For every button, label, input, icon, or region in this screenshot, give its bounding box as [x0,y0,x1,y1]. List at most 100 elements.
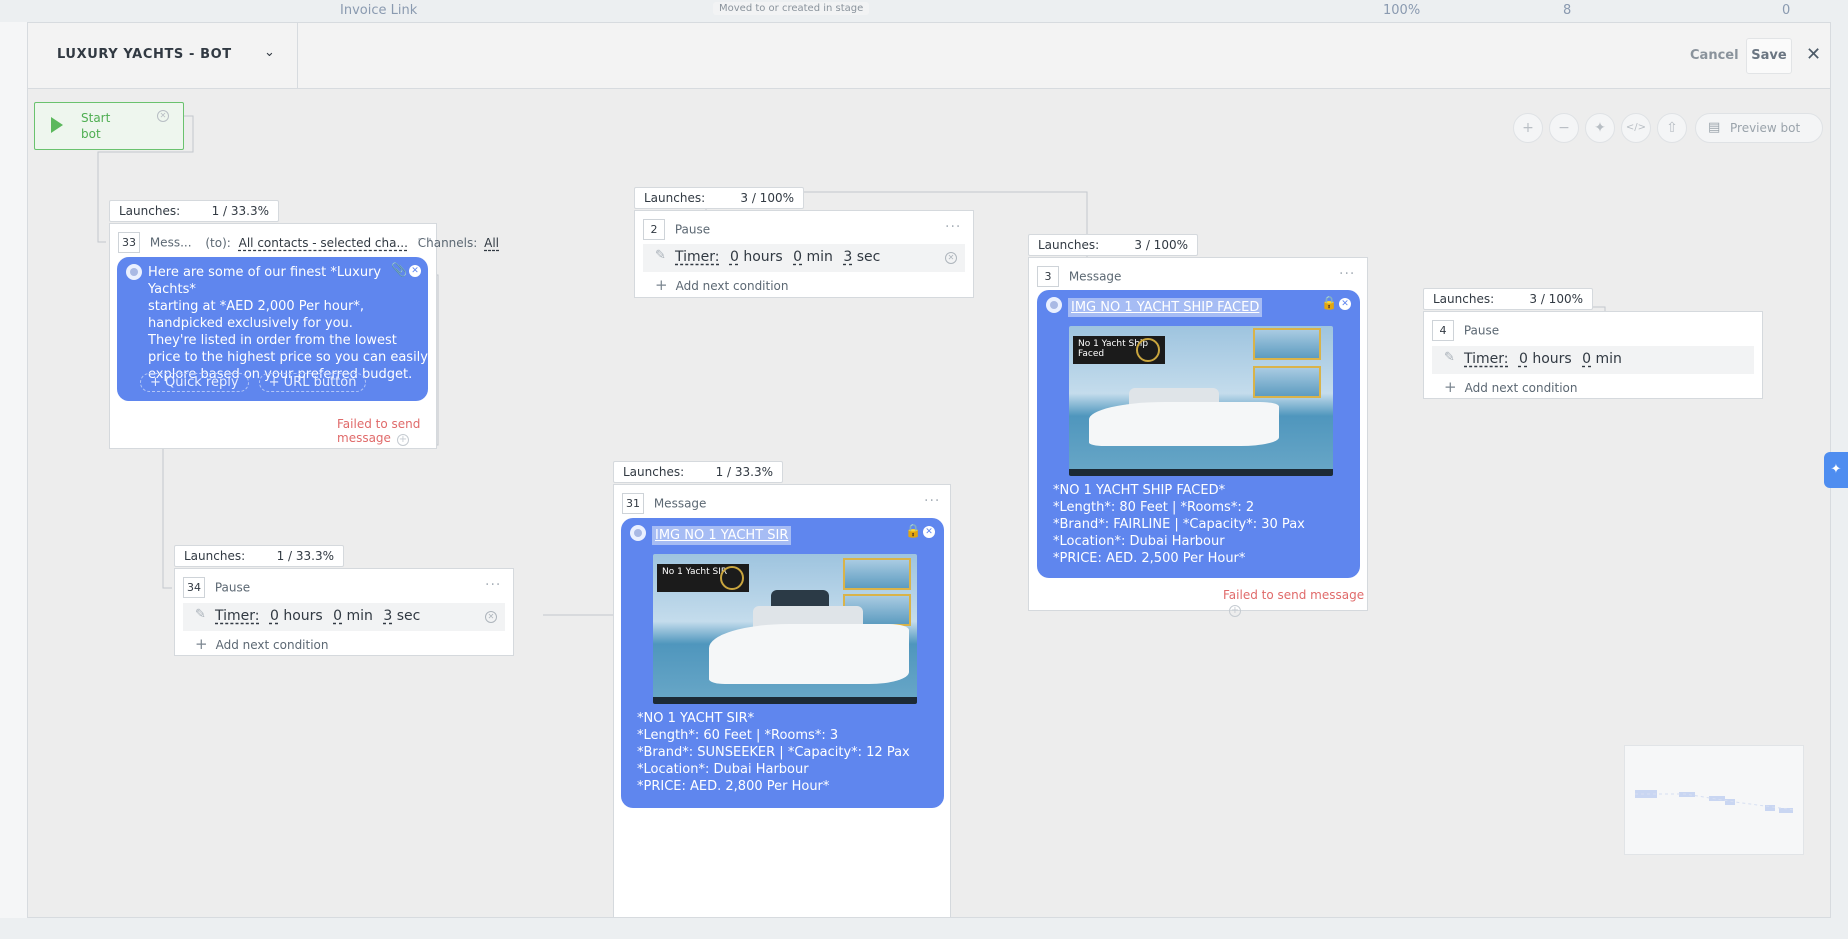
close-icon[interactable]: ✕ [945,252,957,264]
recipient-label: (to): [205,235,231,250]
yacht-thumbnail [1253,366,1321,398]
add-next-condition[interactable]: + Add next condition [655,276,789,294]
add-next-condition[interactable]: + Add next condition [1444,378,1578,396]
step-header: 3 Message [1037,266,1121,288]
bot-title-dropdown[interactable]: LUXURY YACHTS - BOT ⌄ [28,23,298,89]
timer-row[interactable]: ✎ Timer: 0 hours 0 min 3 sec ✕ [643,244,965,272]
start-bot-node[interactable]: Start bot ✕ [34,102,184,150]
timer-seconds[interactable]: 3 [383,608,392,624]
step-number: 34 [183,577,205,598]
launches-value: 3 / 100% [740,191,794,205]
step-header: 33 Mess... (to): All contacts - selected… [118,232,499,254]
send-status: Failed to send message+ [337,417,436,446]
start-bot-label: Start bot [81,110,121,142]
add-icon[interactable]: + [396,434,409,446]
send-status: Failed to send message + [1223,588,1367,617]
magic-wand-icon[interactable]: ✦ [1585,113,1615,143]
image-title-link[interactable]: IMG NO 1 YACHT SIR [652,526,792,545]
preview-bot-label: Preview bot [1730,121,1801,135]
yacht-thumbnail [843,558,911,590]
close-icon[interactable]: ✕ [485,611,497,623]
step-number: 2 [643,219,665,240]
message-description[interactable]: *NO 1 YACHT SHIP FACED* *Length*: 80 Fee… [1053,482,1305,567]
timer-minutes[interactable]: 0 [333,608,342,624]
add-next-condition[interactable]: + Add next condition [195,635,329,653]
min-label: min [1595,351,1622,367]
lock-icon[interactable]: 🔒 [905,524,921,539]
timer-row[interactable]: ✎ Timer: 0 hours 0 min [1432,346,1754,374]
step-type: Message [653,496,707,511]
robot-icon: ▤ [1708,120,1721,135]
send-status-text: Failed to send message [1223,588,1365,602]
image-title-link[interactable]: IMG NO 1 YACHT SHIP FACED [1068,298,1263,317]
yacht-image[interactable]: No 1 Yacht Ship Faced [1069,326,1333,476]
close-icon[interactable]: ✕ [923,526,935,538]
close-icon[interactable]: ✕ [1806,44,1821,65]
message-step-31[interactable]: 31 Message ··· 🔒 ✕ IMG NO 1 YACHT SIR No… [613,484,951,917]
more-options-icon[interactable]: ··· [485,577,501,593]
step-number: 33 [118,232,140,253]
zoom-in-button[interactable]: + [1513,113,1543,143]
launches-label: Launches: [644,191,706,205]
background-row-title: Invoice Link [340,3,418,18]
recipient-selector[interactable]: All contacts - selected cha... [239,236,408,250]
message-bubble[interactable]: 🔒 ✕ IMG NO 1 YACHT SHIP FACED No 1 Yacht… [1037,290,1360,578]
export-icon[interactable]: ⇧ [1657,113,1687,143]
timer-label: Timer: [215,608,260,624]
bot-avatar-icon [630,525,646,541]
step-type: Mess... [149,235,192,250]
channels-selector[interactable]: All [484,236,499,250]
launches-label: Launches: [184,549,246,563]
message-bubble[interactable]: 🔒 ✕ IMG NO 1 YACHT SIR No 1 Yacht SIR *N… [621,518,944,808]
flow-minimap[interactable] [1624,745,1804,855]
yacht-image[interactable]: No 1 Yacht SIR [653,554,917,704]
timer-minutes[interactable]: 0 [793,249,802,265]
message-step-3[interactable]: 3 Message ··· 🔒 ✕ IMG NO 1 YACHT SHIP FA… [1028,257,1368,617]
message-description[interactable]: *NO 1 YACHT SIR* *Length*: 60 Feet | *Ro… [637,710,910,795]
preview-bot-button[interactable]: ▤ Preview bot [1695,113,1823,143]
add-condition-label: Add next condition [215,638,329,652]
launches-value: 1 / 33.3% [211,204,269,218]
yacht-image-logo: No 1 Yacht Ship Faced [1073,336,1165,364]
more-options-icon[interactable]: ··· [945,219,961,235]
close-icon[interactable]: ✕ [157,110,169,122]
timer-label: Timer: [675,249,720,265]
flow-canvas[interactable]: + − ✦ </> ⇧ ▤ Preview bot Start bot ✕ La… [28,89,1830,917]
add-condition-label: Add next condition [1464,381,1578,395]
background-bottom [0,918,1848,939]
save-button[interactable]: Save [1746,38,1792,74]
message-bubble[interactable]: 📎 ✕ Here are some of our finest *Luxury … [117,257,428,401]
add-icon[interactable]: + [1229,605,1241,617]
add-url-button[interactable]: + URL button [258,373,367,392]
min-label: min [806,249,833,265]
timer-hours[interactable]: 0 [1519,351,1528,367]
zoom-out-button[interactable]: − [1549,113,1579,143]
timer-row[interactable]: ✎ Timer: 0 hours 0 min 3 sec ✕ [183,603,505,631]
launches-badge: Launches: 1 / 33.3% [613,461,783,483]
assistant-sparkle-icon[interactable]: ✦ [1824,452,1848,488]
yacht-image-logo: No 1 Yacht SIR [657,564,749,592]
more-options-icon[interactable]: ··· [417,232,433,248]
start-label-line1: Start [81,111,111,125]
pause-step-4[interactable]: 4 Pause ✎ Timer: 0 hours 0 min + Add next… [1423,311,1763,399]
timer-hours[interactable]: 0 [730,249,739,265]
launches-value: 1 / 33.3% [276,549,334,563]
cancel-button[interactable]: Cancel [1690,48,1739,63]
close-icon[interactable]: ✕ [1339,298,1351,310]
add-quick-reply-button[interactable]: + Quick reply [140,373,249,392]
timer-seconds[interactable]: 3 [843,249,852,265]
step-number: 31 [622,493,644,514]
lock-icon[interactable]: 🔒 [1321,296,1337,311]
timer-hours[interactable]: 0 [270,608,279,624]
more-options-icon[interactable]: ··· [924,493,940,509]
launches-badge: Launches: 3 / 100% [634,187,804,209]
message-text[interactable]: Here are some of our finest *Luxury Yach… [148,264,428,383]
pause-step-34[interactable]: 34 Pause ··· ✎ Timer: 0 hours 0 min 3 se… [174,568,514,656]
step-number: 3 [1037,266,1059,287]
message-step-33[interactable]: 33 Mess... (to): All contacts - selected… [109,223,499,449]
launches-badge: Launches: 3 / 100% [1423,288,1593,310]
more-options-icon[interactable]: ··· [1339,266,1355,282]
code-icon[interactable]: </> [1621,113,1651,143]
pause-step-2[interactable]: 2 Pause ··· ✎ Timer: 0 hours 0 min 3 sec… [634,210,974,298]
timer-minutes[interactable]: 0 [1582,351,1591,367]
